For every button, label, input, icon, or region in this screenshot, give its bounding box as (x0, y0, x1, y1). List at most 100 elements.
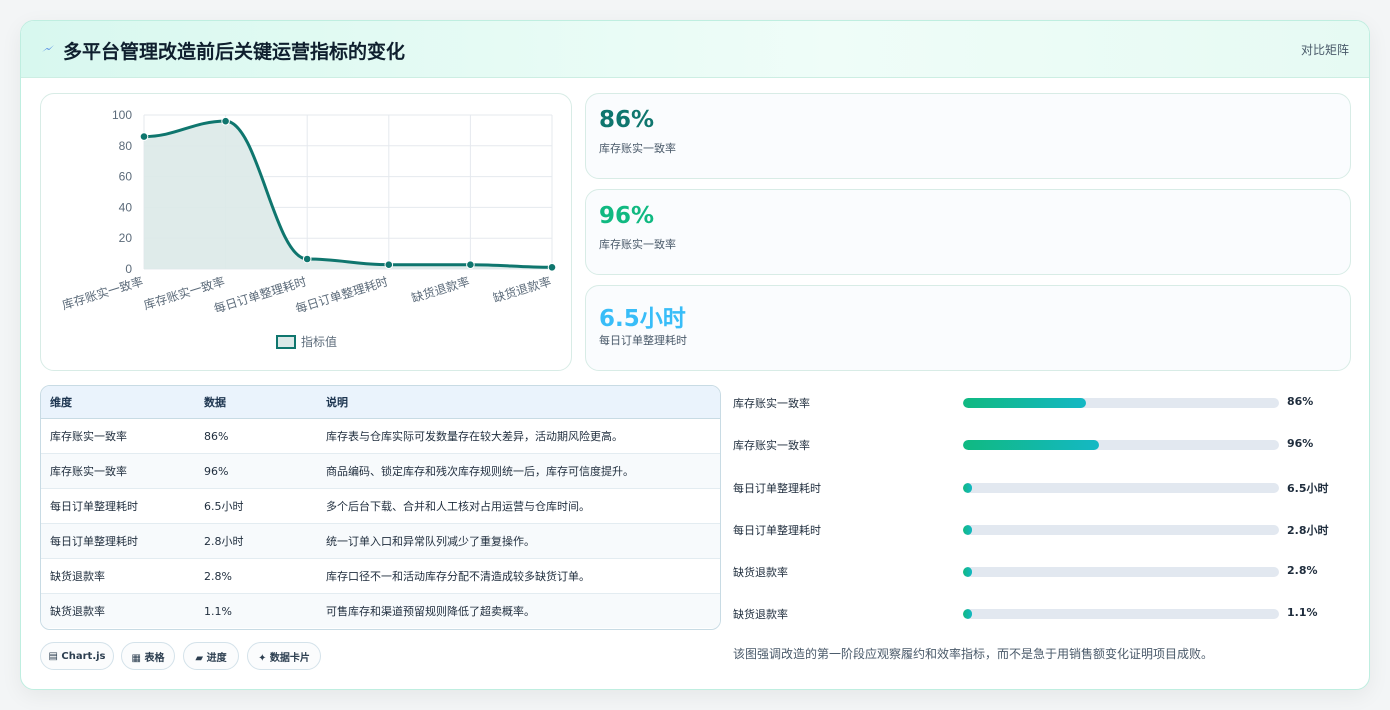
table-cell: 6.5小时 (204, 488, 326, 524)
progress-value: 2.8% (1287, 564, 1318, 577)
progress-label: 每日订单整理耗时 (733, 482, 821, 495)
kpi-label: 库存账实一致率 (599, 142, 676, 155)
data-point (384, 260, 394, 269)
page-title: 多平台管理改造前后关键运营指标的变化 (63, 41, 406, 63)
table-cell: 2.8小时 (204, 523, 326, 559)
progress-row: 库存账实一致率 96% (733, 434, 1353, 454)
x-tick-label: 库存账实一致率 (60, 274, 145, 313)
table-row: 缺货退款率 1.1% 可售库存和渠道预留规则降低了超卖概率。 (41, 593, 720, 628)
table-cell: 库存表与仓库实际可发数量存在较大差异，活动期风险更高。 (326, 418, 720, 454)
column-header: 说明 (326, 386, 720, 419)
table-row: 缺货退款率 2.8% 库存口径不一和活动库存分配不清造成较多缺货订单。 (41, 558, 720, 594)
table-row: 库存账实一致率 86% 库存表与仓库实际可发数量存在较大差异，活动期风险更高。 (41, 418, 720, 454)
line-chart-panel: 0 20 40 60 80 100 库存账实一致率 库存账实一致率 每日订单整理耗时 每日订单整理… (40, 93, 572, 371)
progress-track (963, 525, 1279, 535)
y-tick-label: 40 (119, 200, 133, 214)
footnote: 该图强调改造的第一阶段应观察履约和效率指标，而不是急于用销售额变化证明项目成败。 (733, 647, 1214, 661)
data-point (139, 132, 149, 141)
kpi-label: 库存账实一致率 (599, 238, 676, 251)
kpi-value: 6.5小时 (599, 306, 686, 332)
table-cell: 库存口径不一和活动库存分配不清造成较多缺货订单。 (326, 558, 720, 594)
progress-track (963, 567, 1279, 577)
progress-fill (963, 609, 973, 619)
progress-row: 每日订单整理耗时 2.8小时 (733, 519, 1353, 539)
progress-fill (963, 567, 973, 577)
progress-value: 6.5小时 (1287, 482, 1329, 495)
pill-table[interactable]: ▦ 表格 (121, 642, 175, 670)
table-cell: 2.8% (204, 558, 326, 594)
pill-progress[interactable]: ▰ 进度 (183, 642, 239, 670)
y-tick-label: 20 (119, 231, 133, 245)
y-tick-label: 0 (125, 262, 132, 276)
progress-row: 缺货退款率 2.8% (733, 561, 1353, 581)
table-cell: 缺货退款率 (41, 593, 204, 628)
kpi-card: 96% 库存账实一致率 (585, 189, 1351, 275)
progress-label: 缺货退款率 (733, 608, 788, 621)
data-table-panel: 维度 数据 说明 库存账实一致率 86% 库存表与仓库实际可发数量存在较大差异，… (40, 385, 721, 630)
table-row: 每日订单整理耗时 6.5小时 多个后台下载、合并和人工核对占用运营与仓库时间。 (41, 488, 720, 524)
series-area (144, 121, 552, 269)
table-cell: 每日订单整理耗时 (41, 523, 204, 559)
progress-fill (963, 440, 1099, 450)
progress-row: 缺货退款率 1.1% (733, 603, 1353, 623)
progress-fill (963, 483, 973, 493)
kpi-value: 86% (599, 107, 655, 133)
table-cell: 库存账实一致率 (41, 418, 204, 454)
progress-label: 每日订单整理耗时 (733, 524, 821, 537)
table-cell: 86% (204, 418, 326, 454)
data-point (221, 116, 230, 126)
progress-value: 96% (1287, 437, 1314, 450)
kpi-card: 86% 库存账实一致率 (585, 93, 1351, 179)
legend-swatch (276, 335, 296, 349)
progress-label: 库存账实一致率 (733, 397, 810, 410)
data-point (302, 254, 312, 264)
data-table: 维度 数据 说明 库存账实一致率 86% 库存表与仓库实际可发数量存在较大差异，… (41, 386, 720, 628)
header: 多平台管理改造前后关键运营指标的变化 对比矩阵 (21, 21, 1369, 78)
progress-fill (963, 525, 973, 535)
lightning-icon (42, 45, 54, 52)
x-tick-label: 缺货退款率 (491, 274, 553, 306)
kpi-value: 96% (599, 203, 655, 229)
column-header: 数据 (204, 386, 326, 419)
table-cell: 库存账实一致率 (41, 453, 204, 489)
progress-track (963, 398, 1279, 408)
table-cell: 商品编码、锁定库存和残次库存规则统一后，库存可信度提升。 (326, 453, 720, 489)
progress-row: 每日订单整理耗时 6.5小时 (733, 477, 1353, 497)
progress-track (963, 483, 1279, 493)
progress-row: 库存账实一致率 86% (733, 392, 1353, 412)
table-cell: 缺货退款率 (41, 558, 204, 594)
table-cell: 可售库存和渠道预留规则降低了超卖概率。 (326, 593, 720, 628)
progress-value: 86% (1287, 395, 1314, 408)
header-tag: 对比矩阵 (1300, 43, 1349, 57)
table-cell: 1.1% (204, 593, 326, 628)
y-tick-label: 80 (119, 139, 133, 153)
x-tick-label: 每日订单整理耗时 (212, 274, 308, 316)
pill-chartjs[interactable]: ▤ Chart.js (40, 642, 114, 670)
y-tick-label: 60 (119, 170, 133, 184)
data-point (547, 263, 557, 272)
progress-track (963, 609, 1279, 619)
progress-fill (963, 398, 1087, 408)
table-cell: 多个后台下载、合并和人工核对占用运营与仓库时间。 (326, 488, 720, 524)
x-tick-label: 缺货退款率 (409, 274, 471, 306)
legend-label: 指标值 (301, 334, 337, 349)
x-tick-label: 每日订单整理耗时 (293, 274, 389, 316)
table-row: 每日订单整理耗时 2.8小时 统一订单入口和异常队列减少了重复操作。 (41, 523, 720, 559)
table-row: 库存账实一致率 96% 商品编码、锁定库存和残次库存规则统一后，库存可信度提升。 (41, 453, 720, 489)
progress-label: 缺货退款率 (733, 566, 788, 579)
progress-track (963, 440, 1279, 450)
line-chart: 020406080100库存账实一致率库存账实一致率每日订单整理耗时每日订单整理… (60, 108, 557, 349)
kpi-card: 6.5小时 每日订单整理耗时 (585, 285, 1351, 371)
table-cell: 96% (204, 453, 326, 489)
dashboard-card: 多平台管理改造前后关键运营指标的变化 对比矩阵 0 20 40 60 80 100 库存账实… (20, 20, 1370, 690)
table-cell: 统一订单入口和异常队列减少了重复操作。 (326, 523, 720, 559)
table-header-row: 维度 数据 说明 (41, 386, 720, 419)
column-header: 维度 (41, 386, 204, 419)
progress-value: 2.8小时 (1287, 524, 1329, 537)
kpi-label: 每日订单整理耗时 (599, 334, 687, 347)
data-point (466, 260, 475, 269)
progress-label: 库存账实一致率 (733, 439, 810, 452)
table-cell: 每日订单整理耗时 (41, 488, 204, 524)
y-tick-label: 100 (112, 108, 132, 122)
pill-data-card[interactable]: ✦ 数据卡片 (247, 642, 321, 670)
